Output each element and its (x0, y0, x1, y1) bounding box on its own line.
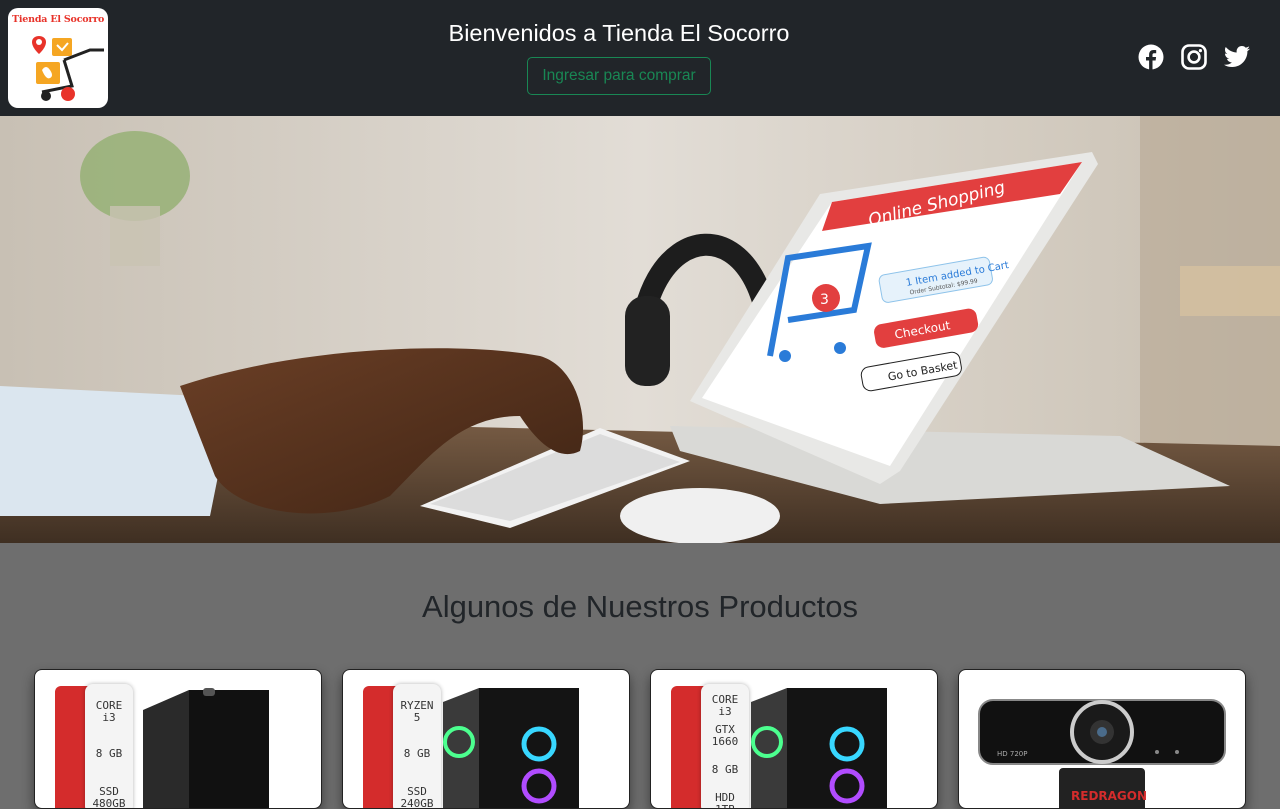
site-title: Bienvenidos a Tienda El Socorro (448, 20, 790, 46)
pc-case-image (143, 688, 269, 808)
spec-cpu: CORE i3 (95, 699, 123, 724)
hero-banner: Online Shopping 3 1 Item added to Cart O… (0, 116, 1280, 543)
spec-storage: SSD 240GB (400, 785, 434, 809)
product-card-webcam[interactable]: HD 720P REDRAGON (958, 669, 1246, 809)
spec-ram: 8 GB (711, 763, 739, 776)
spec-storage: HDD1TB (715, 791, 735, 809)
products-section: Algunos de Nuestros Productos CORE i3 8 G… (0, 543, 1280, 809)
product-card-pc-core-i3[interactable]: CORE i3 8 GB SSD 480GB (34, 669, 322, 809)
hero-image: Online Shopping 3 1 Item added to Cart O… (0, 116, 1280, 543)
webcam-resolution-label: HD 720P (997, 750, 1027, 758)
instagram-icon[interactable] (1181, 44, 1207, 70)
spec-cpu: CORE i3 (711, 693, 739, 718)
spec-column: CORE i3 8 GB SSD 480GB (85, 684, 133, 809)
spec-ram: 8 GB (403, 747, 431, 760)
spec-column: COREi3 GTX1660 8 GB HDD1TB (701, 684, 749, 809)
spec-ram: 8 GB (95, 747, 123, 760)
spec-cpu: RYZEN 5 (400, 699, 434, 724)
top-navbar: Tienda El Socorro Bienvenidos a Tienda E… (0, 0, 1280, 116)
login-to-buy-button[interactable]: Ingresar para comprar (527, 57, 711, 95)
spec-column: RYZEN 5 8 GB SSD 240GB (393, 684, 441, 809)
twitter-icon[interactable] (1224, 44, 1250, 70)
webcam-image: HD 720P REDRAGON (978, 699, 1226, 808)
gaming-pc-case-image (443, 688, 579, 808)
facebook-icon[interactable] (1138, 44, 1164, 70)
spec-gpu: GTX 1660 (711, 723, 739, 748)
product-card-pc-ryzen-5[interactable]: RYZEN 5 8 GB SSD 240GB (342, 669, 630, 809)
products-section-title: Algunos de Nuestros Productos (422, 589, 858, 624)
cart-count-badge: 3 (820, 292, 829, 308)
gaming-pc-case-image (751, 688, 887, 808)
spec-storage: SSD 480GB (92, 785, 126, 809)
product-card-pc-core-i3-gtx1660[interactable]: COREi3 GTX1660 8 GB HDD1TB (650, 669, 938, 809)
redragon-brand-label: REDRAGON (1071, 789, 1147, 803)
